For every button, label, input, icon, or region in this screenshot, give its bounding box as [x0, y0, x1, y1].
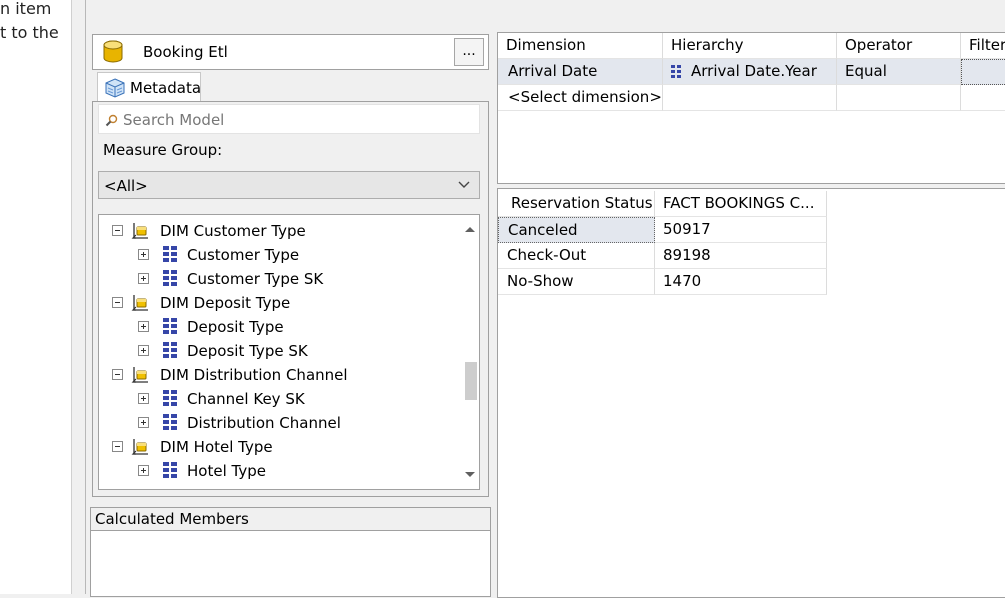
filter-row-2-dimension[interactable]: <Select dimension>: [498, 85, 663, 111]
results-header-measure[interactable]: FACT BOOKINGS C...: [655, 191, 827, 217]
results-row-3-value[interactable]: 1470: [655, 269, 827, 295]
filter-row-1-hierarchy[interactable]: Arrival Date.Year: [663, 59, 837, 85]
left-text-line-1: n item: [0, 0, 52, 18]
tree-node-label: DIM Customer Type: [160, 222, 306, 240]
filter-row-2-operator[interactable]: [837, 85, 961, 111]
filter-row-1-filter[interactable]: [961, 59, 1005, 85]
expand-icon[interactable]: [138, 321, 149, 332]
search-placeholder: Search Model: [123, 111, 225, 129]
tree-dimension-node[interactable]: DIM Distribution Channel: [99, 363, 449, 387]
measure-group-dropdown[interactable]: <All>: [98, 171, 480, 199]
tab-metadata[interactable]: Metadata: [97, 72, 201, 102]
tree-hierarchy-node[interactable]: Channel Key SK: [99, 387, 449, 411]
scroll-thumb[interactable]: [465, 362, 477, 400]
tree-scrollbar[interactable]: [461, 215, 479, 489]
results-header-status[interactable]: Reservation Status: [498, 191, 655, 217]
measure-group-value: <All>: [104, 177, 148, 195]
left-text-line-2: t to the: [0, 23, 59, 42]
filter-row-1-operator[interactable]: Equal: [837, 59, 961, 85]
tree-node-label: DIM Distribution Channel: [160, 366, 348, 384]
search-input[interactable]: Search Model: [98, 104, 480, 134]
tree-hierarchy-node[interactable]: Hotel Type: [99, 459, 449, 483]
cube-browse-button[interactable]: ...: [454, 38, 484, 66]
calculated-members-panel: Calculated Members: [90, 507, 491, 597]
tree-node-label: Distribution Channel: [187, 414, 341, 432]
hierarchy-icon: [163, 342, 177, 358]
filter-header-operator[interactable]: Operator: [837, 33, 961, 59]
tree-hierarchy-node[interactable]: Deposit Type SK: [99, 339, 449, 363]
results-row-1-status[interactable]: Canceled: [498, 217, 655, 243]
filter-grid: Dimension Hierarchy Operator Filter Arri…: [497, 32, 1005, 184]
filter-row-2-filter[interactable]: [961, 85, 1005, 111]
tree-dimension-node[interactable]: DIM Deposit Type: [99, 291, 449, 315]
tree-hierarchy-node[interactable]: Distribution Channel: [99, 411, 449, 435]
expand-icon[interactable]: [138, 345, 149, 356]
calculated-members-title: Calculated Members: [95, 510, 249, 528]
expand-icon[interactable]: [138, 249, 149, 260]
chevron-down-icon: [458, 181, 470, 188]
collapse-icon[interactable]: [112, 369, 123, 380]
results-grid: Reservation Status FACT BOOKINGS C... Ca…: [497, 188, 1005, 598]
expand-icon[interactable]: [138, 417, 149, 428]
scroll-up-icon[interactable]: [464, 225, 476, 233]
collapse-icon[interactable]: [112, 225, 123, 236]
tree-hierarchy-node[interactable]: Customer Type SK: [99, 267, 449, 291]
hierarchy-icon: [671, 65, 681, 78]
tree-node-label: Customer Type SK: [187, 270, 324, 288]
tree-hierarchy-node[interactable]: Customer Type: [99, 243, 449, 267]
tree-node-label: Channel Key SK: [187, 390, 305, 408]
cube-icon: [103, 40, 123, 63]
dimension-icon: [131, 223, 148, 239]
filter-header-filter[interactable]: Filter: [961, 33, 1005, 59]
hierarchy-icon: [163, 462, 177, 478]
hierarchy-icon: [163, 270, 177, 286]
tree-node-label: DIM Deposit Type: [160, 294, 291, 312]
filter-row-1-hierarchy-text: Arrival Date.Year: [691, 62, 817, 80]
scroll-down-icon[interactable]: [464, 471, 476, 479]
results-row-1-value[interactable]: 50917: [655, 217, 827, 243]
left-side-panel: n item t to the: [0, 0, 72, 594]
cube-name: Booking Etl: [143, 43, 228, 61]
calculated-members-header: Calculated Members: [91, 508, 490, 531]
results-row-3-status[interactable]: No-Show: [498, 269, 655, 295]
tree-node-label: Customer Type: [187, 246, 300, 264]
dimension-icon: [131, 367, 148, 383]
tree-node-label: Deposit Type SK: [187, 342, 308, 360]
collapse-icon[interactable]: [112, 297, 123, 308]
tree-node-label: Deposit Type: [187, 318, 284, 336]
hierarchy-icon: [163, 246, 177, 262]
metadata-cube-icon: [105, 78, 125, 98]
expand-icon[interactable]: [138, 465, 149, 476]
expand-icon[interactable]: [138, 273, 149, 284]
filter-header-hierarchy[interactable]: Hierarchy: [663, 33, 837, 59]
metadata-tree: DIM Customer Type Customer Type Customer T…: [98, 214, 480, 490]
tree-hierarchy-node[interactable]: Deposit Type: [99, 315, 449, 339]
hierarchy-icon: [163, 414, 177, 430]
splitter[interactable]: [72, 0, 86, 594]
hierarchy-icon: [163, 318, 177, 334]
tab-metadata-label: Metadata: [130, 79, 202, 97]
tree-node-label: Hotel Type: [187, 462, 266, 480]
tree-dimension-node[interactable]: DIM Customer Type: [99, 219, 449, 243]
tree-dimension-node[interactable]: DIM Hotel Type: [99, 435, 449, 459]
hierarchy-icon: [163, 390, 177, 406]
dimension-icon: [131, 439, 148, 455]
filter-row-2-hierarchy[interactable]: [663, 85, 837, 111]
expand-icon[interactable]: [138, 393, 149, 404]
collapse-icon[interactable]: [112, 441, 123, 452]
dimension-icon: [131, 295, 148, 311]
cube-selector: Booking Etl ...: [92, 34, 489, 70]
filter-row-1-dimension[interactable]: Arrival Date: [498, 59, 663, 85]
filter-header-dimension[interactable]: Dimension: [498, 33, 663, 59]
results-row-2-status[interactable]: Check-Out: [498, 243, 655, 269]
search-icon: [105, 114, 118, 127]
tree-node-label: DIM Hotel Type: [160, 438, 273, 456]
results-row-2-value[interactable]: 89198: [655, 243, 827, 269]
measure-group-label: Measure Group:: [103, 141, 223, 159]
